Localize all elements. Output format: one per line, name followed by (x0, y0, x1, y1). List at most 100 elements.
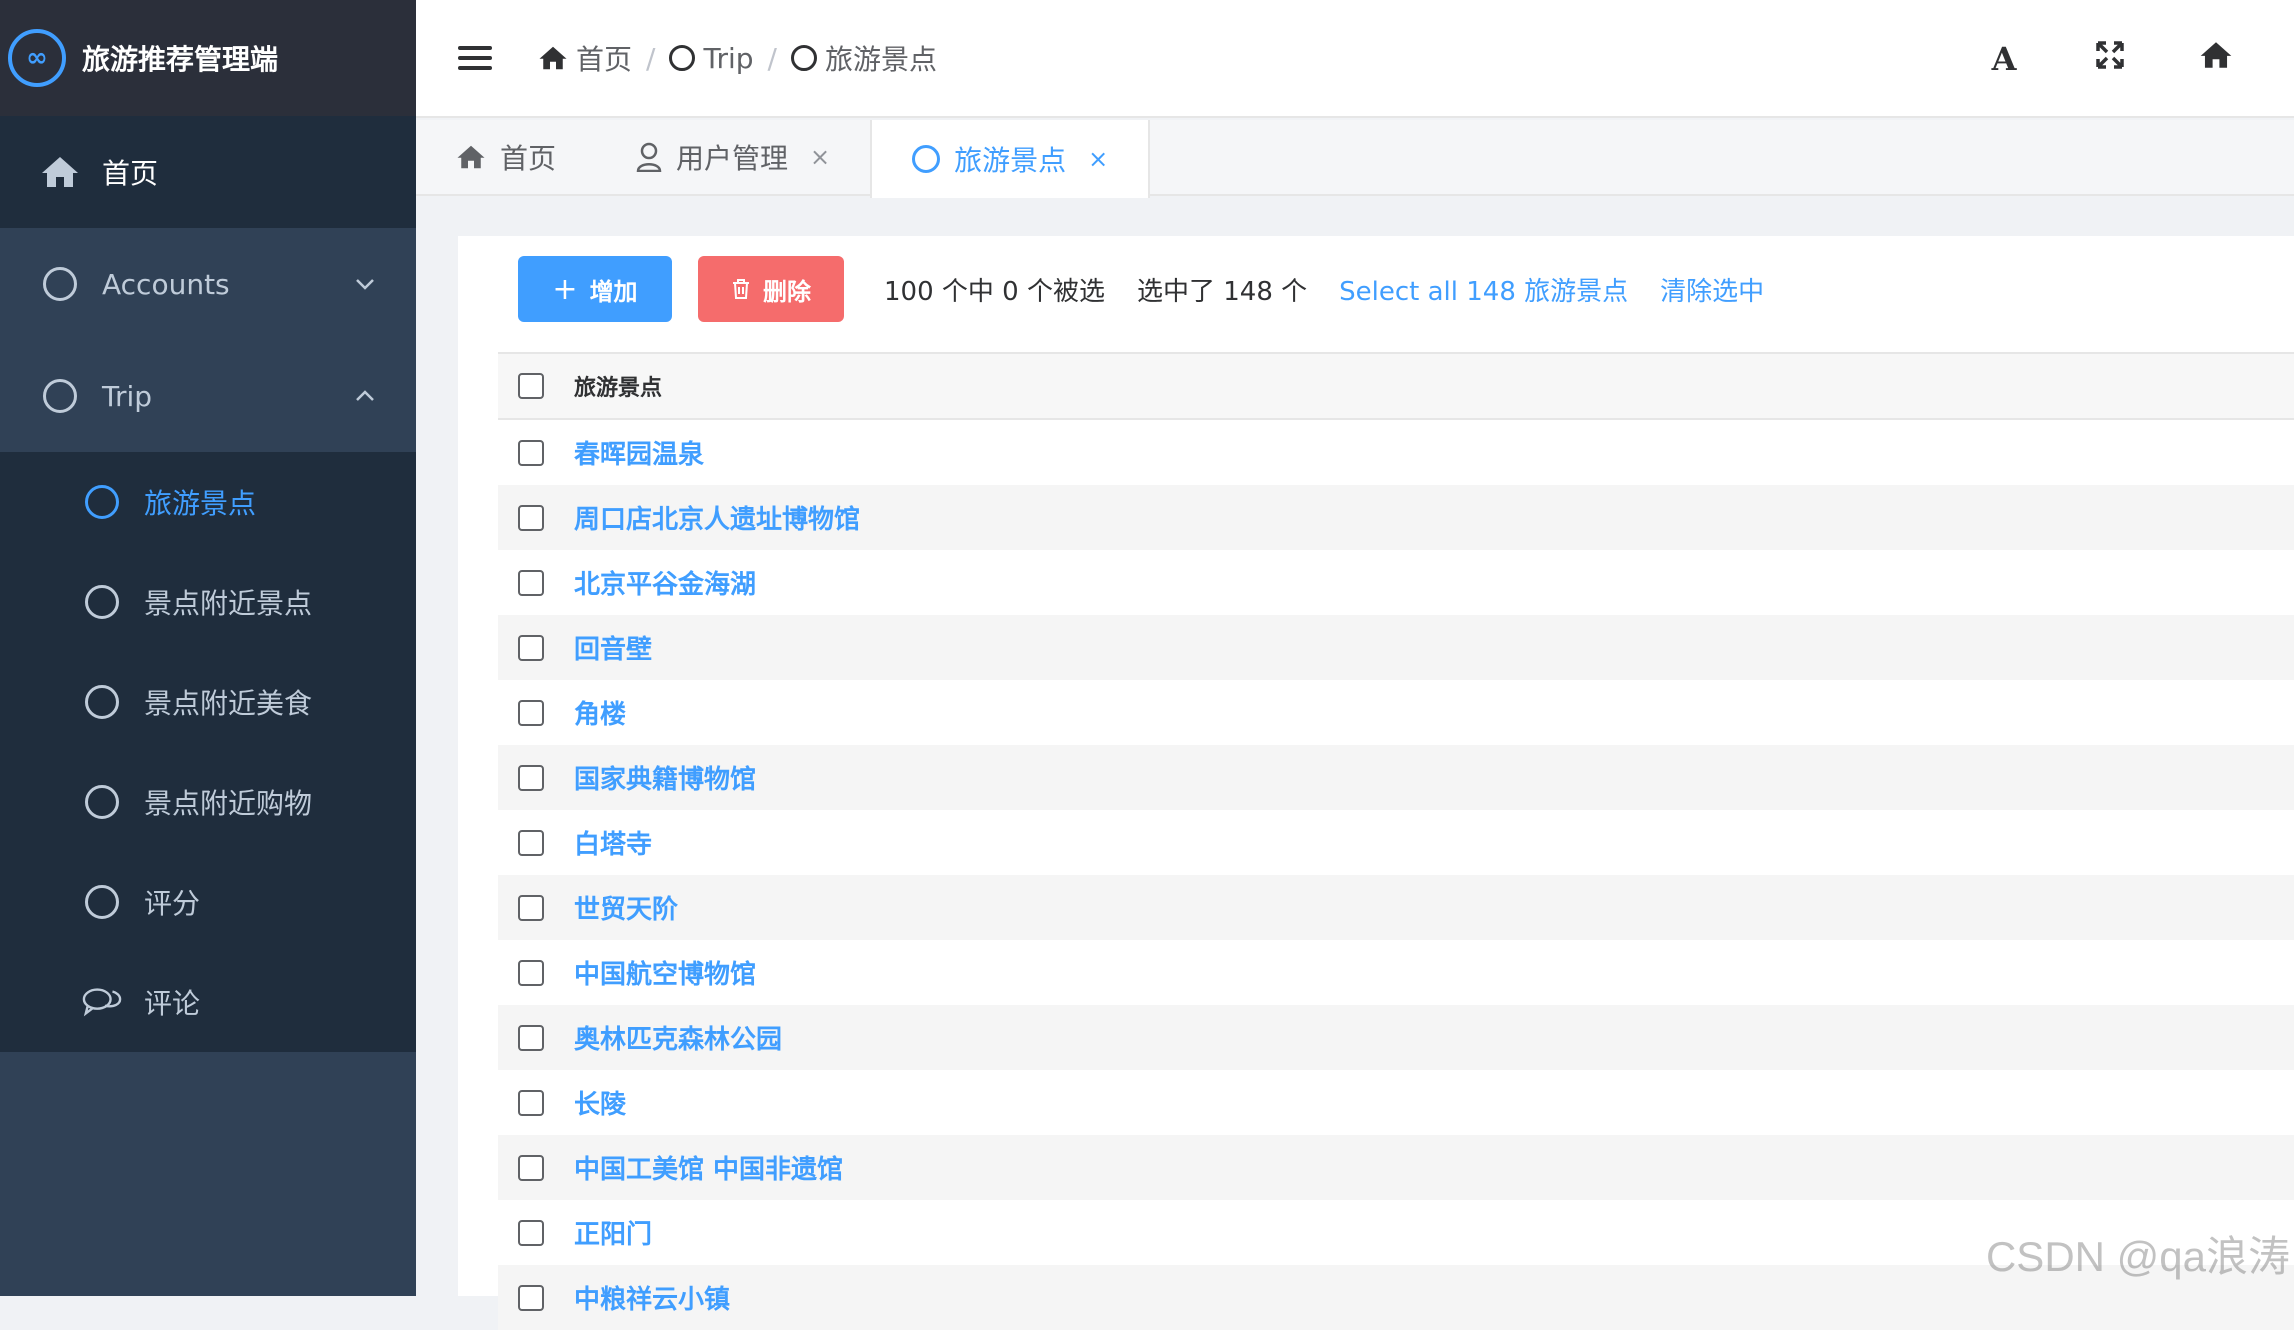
delete-button[interactable]: 删除 (698, 256, 844, 322)
clear-selection-link[interactable]: 清除选中 (1660, 271, 1764, 308)
attraction-link[interactable]: 国家典籍博物馆 (574, 759, 756, 796)
row-checkbox[interactable] (518, 765, 544, 791)
row-checkbox[interactable] (518, 1025, 544, 1051)
sidebar-item-label: 景点附近景点 (144, 582, 312, 622)
table-row: 角楼 (498, 680, 2294, 745)
attraction-link[interactable]: 白塔寺 (574, 824, 652, 861)
logo-bar[interactable]: ∞ 旅游推荐管理端 (0, 0, 416, 116)
sidebar-item-nearby-shopping[interactable]: 景点附近购物 (0, 752, 416, 852)
table-row: 奥林匹克森林公园 (498, 1005, 2294, 1070)
row-checkbox[interactable] (518, 895, 544, 921)
sidebar-item-comments[interactable]: 评论 (0, 952, 416, 1052)
navbar-actions: A (1986, 0, 2234, 118)
attraction-link[interactable]: 角楼 (574, 694, 626, 731)
breadcrumb-separator: / (768, 42, 777, 75)
row-checkbox[interactable] (518, 700, 544, 726)
circle-icon (40, 267, 80, 301)
table-row: 国家典籍博物馆 (498, 745, 2294, 810)
infinity-icon: ∞ (8, 29, 66, 87)
attraction-link[interactable]: 中粮祥云小镇 (574, 1279, 730, 1316)
row-checkbox[interactable] (518, 1155, 544, 1181)
plus-icon: + (552, 272, 577, 307)
sidebar: ∞ 旅游推荐管理端 首页 Accounts Trip 旅游景点 景点附近景点 (0, 0, 416, 1296)
navbar: 首页 / Trip / 旅游景点 A (416, 0, 2294, 118)
attraction-link[interactable]: 正阳门 (574, 1214, 652, 1251)
row-checkbox[interactable] (518, 440, 544, 466)
row-checkbox[interactable] (518, 830, 544, 856)
home-icon[interactable] (2198, 40, 2234, 78)
sidebar-item-label: Accounts (102, 268, 230, 301)
sidebar-item-ratings[interactable]: 评分 (0, 852, 416, 952)
delete-button-label: 删除 (763, 272, 811, 307)
breadcrumb-separator: / (646, 42, 655, 75)
hamburger-icon[interactable] (458, 46, 492, 70)
user-icon (636, 142, 662, 172)
sidebar-item-label: 评分 (144, 882, 200, 922)
row-checkbox[interactable] (518, 635, 544, 661)
attraction-link[interactable]: 长陵 (574, 1084, 626, 1121)
breadcrumb-trip[interactable]: Trip (669, 42, 753, 75)
toolbar: + 增加 删除 100 个中 0 个被选 选中了 148 个 Select al… (518, 256, 1764, 322)
row-checkbox[interactable] (518, 1090, 544, 1116)
close-icon[interactable]: × (810, 143, 830, 171)
breadcrumb-current-label: 旅游景点 (825, 38, 937, 78)
trip-submenu: 旅游景点 景点附近景点 景点附近美食 景点附近购物 评分 评论 (0, 452, 416, 1052)
sidebar-item-label: 旅游景点 (144, 482, 256, 522)
row-checkbox[interactable] (518, 570, 544, 596)
table-row: 北京平谷金海湖 (498, 550, 2294, 615)
table-row: 长陵 (498, 1070, 2294, 1135)
circle-icon (669, 45, 695, 71)
sidebar-item-trip[interactable]: Trip (0, 340, 416, 452)
sidebar-item-attractions[interactable]: 旅游景点 (0, 452, 416, 552)
breadcrumb-trip-label: Trip (703, 42, 753, 75)
sidebar-item-label: Trip (102, 380, 152, 413)
table-row: 白塔寺 (498, 810, 2294, 875)
sidebar-item-label: 景点附近购物 (144, 782, 312, 822)
fullscreen-icon[interactable] (2092, 40, 2128, 78)
table-row: 春晖园温泉 (498, 420, 2294, 485)
row-checkbox[interactable] (518, 1285, 544, 1311)
sidebar-item-accounts[interactable]: Accounts (0, 228, 416, 340)
breadcrumb-current: 旅游景点 (791, 38, 937, 78)
table-row: 周口店北京人遗址博物馆 (498, 485, 2294, 550)
attraction-link[interactable]: 奥林匹克森林公园 (574, 1019, 782, 1056)
attraction-link[interactable]: 春晖园温泉 (574, 434, 704, 471)
tab-users[interactable]: 用户管理 × (596, 120, 870, 194)
sidebar-item-nearby-attractions[interactable]: 景点附近景点 (0, 552, 416, 652)
sidebar-item-label: 首页 (102, 152, 158, 192)
table-row: 回音壁 (498, 615, 2294, 680)
attraction-link[interactable]: 北京平谷金海湖 (574, 564, 756, 601)
comments-icon (82, 986, 122, 1018)
tab-label: 旅游景点 (954, 139, 1066, 179)
font-size-icon[interactable]: A (1986, 40, 2022, 78)
circle-icon (82, 585, 122, 619)
attraction-link[interactable]: 世贸天阶 (574, 889, 678, 926)
close-icon[interactable]: × (1088, 145, 1108, 173)
selected-count: 选中了 148 个 (1137, 271, 1307, 308)
row-checkbox[interactable] (518, 960, 544, 986)
circle-icon (40, 379, 80, 413)
sidebar-item-home[interactable]: 首页 (0, 116, 416, 228)
table-header: 旅游景点 (498, 352, 2294, 420)
attraction-link[interactable]: 回音壁 (574, 629, 652, 666)
select-all-checkbox[interactable] (518, 373, 544, 399)
attraction-link[interactable]: 周口店北京人遗址博物馆 (574, 499, 860, 536)
column-header-attraction[interactable]: 旅游景点 (574, 370, 662, 402)
table-row: 世贸天阶 (498, 875, 2294, 940)
table-row: 中国工美馆 中国非遗馆 (498, 1135, 2294, 1200)
add-button[interactable]: + 增加 (518, 256, 672, 322)
attractions-table: 旅游景点 春晖园温泉 周口店北京人遗址博物馆 北京平谷金海湖 回音壁 角楼 国家… (498, 352, 2294, 1330)
attraction-link[interactable]: 中国工美馆 中国非遗馆 (574, 1149, 843, 1186)
select-all-link[interactable]: Select all 148 旅游景点 (1339, 271, 1628, 308)
tab-home[interactable]: 首页 (416, 120, 596, 194)
add-button-label: 增加 (590, 272, 638, 307)
sidebar-item-nearby-food[interactable]: 景点附近美食 (0, 652, 416, 752)
home-icon (456, 144, 486, 170)
row-checkbox[interactable] (518, 1220, 544, 1246)
row-checkbox[interactable] (518, 505, 544, 531)
breadcrumb-home[interactable]: 首页 (538, 38, 632, 78)
tab-attractions[interactable]: 旅游景点 × (870, 120, 1150, 198)
attraction-link[interactable]: 中国航空博物馆 (574, 954, 756, 991)
tab-label: 首页 (500, 137, 556, 177)
chevron-down-icon (354, 272, 376, 297)
